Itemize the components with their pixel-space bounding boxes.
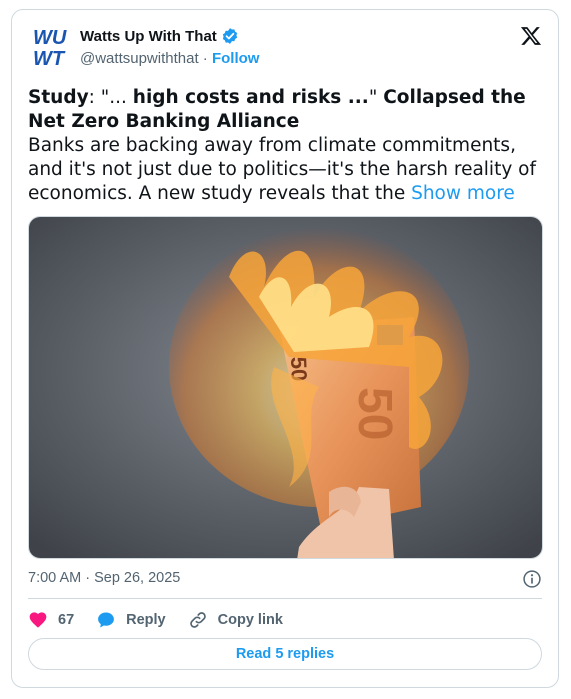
link-icon [189, 612, 206, 628]
tweet-header: WU WT Watts Up With That @wattsupwiththa… [32, 23, 542, 71]
read-replies-button[interactable]: Read 5 replies [28, 638, 542, 670]
info-icon[interactable] [522, 569, 542, 589]
heart-icon [29, 612, 47, 628]
copy-link-label: Copy link [217, 612, 283, 628]
like-button[interactable]: 67 [28, 610, 74, 630]
divider [28, 598, 542, 599]
handle-separator: · [202, 50, 208, 67]
reply-button[interactable]: Reply [96, 610, 166, 630]
author-handle[interactable]: @wattsupwiththat [80, 50, 199, 67]
follow-button[interactable]: Follow [212, 50, 260, 67]
show-more-link[interactable]: Show more [411, 183, 515, 204]
x-logo-icon[interactable] [520, 25, 542, 47]
tweet-lead: Study [28, 87, 89, 108]
svg-text:WU: WU [33, 27, 67, 49]
wuwt-logo-icon[interactable]: WU WT [32, 25, 72, 69]
tweet-text-segment: : "... [88, 87, 133, 108]
like-count: 67 [58, 612, 75, 628]
read-replies-label: Read 5 replies [235, 646, 335, 662]
tweet-image[interactable]: 50 50 [28, 216, 543, 559]
svg-text:50: 50 [348, 387, 401, 440]
reply-label: Reply [126, 612, 166, 628]
tweet-quote: high costs and risks ... [132, 87, 369, 108]
action-bar: 67 Reply Copy link [28, 609, 305, 631]
burning-banknote-image: 50 50 [29, 217, 542, 558]
verified-badge-icon [222, 28, 237, 44]
author-name[interactable]: Watts Up With That [80, 28, 217, 45]
tweet-text: Study: "... high costs and risks ..." Co… [28, 86, 548, 206]
svg-text:WT: WT [33, 48, 66, 69]
reply-bubble-icon [98, 612, 115, 628]
author-name-row: Watts Up With That [80, 27, 239, 45]
tweet-timestamp[interactable]: 7:00 AM · Sep 26, 2025 [28, 570, 180, 586]
tweet-card: WU WT Watts Up With That @wattsupwiththa… [11, 9, 559, 688]
tweet-text-segment: " [368, 87, 384, 108]
copy-link-button[interactable]: Copy link [188, 610, 283, 630]
author-handle-row: @wattsupwiththat · Follow [80, 50, 259, 67]
